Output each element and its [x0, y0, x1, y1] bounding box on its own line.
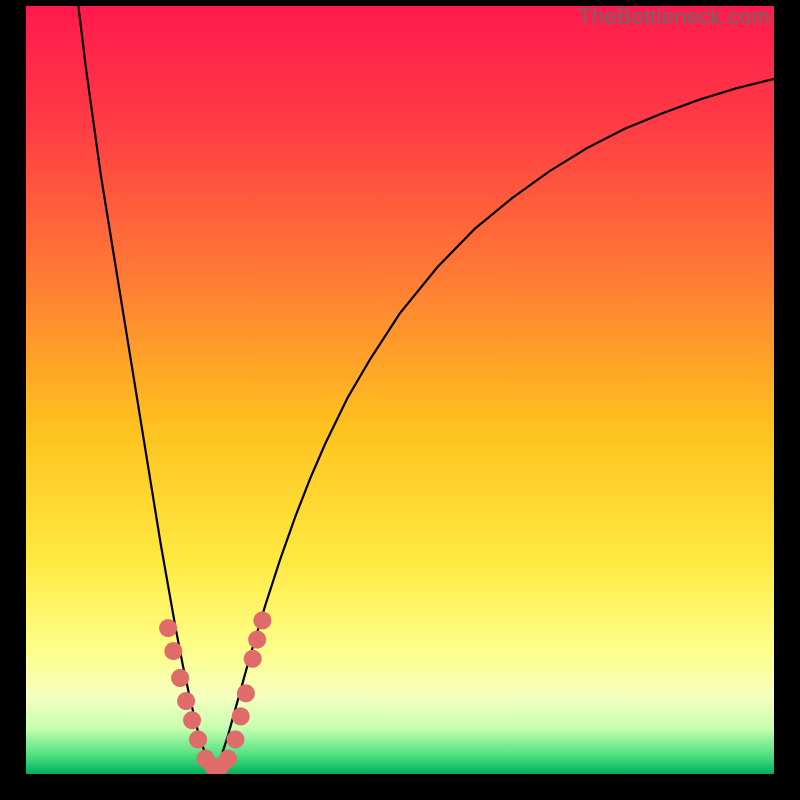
highlight-dot [232, 707, 250, 725]
plot-area [26, 6, 774, 774]
gradient-background [26, 6, 774, 774]
highlight-dot [244, 650, 262, 668]
highlight-dot [159, 619, 177, 637]
highlight-dot [183, 711, 201, 729]
highlight-dot [164, 642, 182, 660]
highlight-dot [248, 631, 266, 649]
highlight-dot [177, 692, 195, 710]
highlight-dot [226, 730, 244, 748]
highlight-dot [189, 730, 207, 748]
highlight-dot [253, 611, 271, 629]
chart-frame: TheBottleneck.com [0, 0, 800, 800]
highlight-dot [171, 669, 189, 687]
highlight-dot [237, 684, 255, 702]
highlight-dot [219, 750, 237, 768]
watermark-text: TheBottleneck.com [578, 4, 770, 30]
chart-svg [26, 6, 774, 774]
